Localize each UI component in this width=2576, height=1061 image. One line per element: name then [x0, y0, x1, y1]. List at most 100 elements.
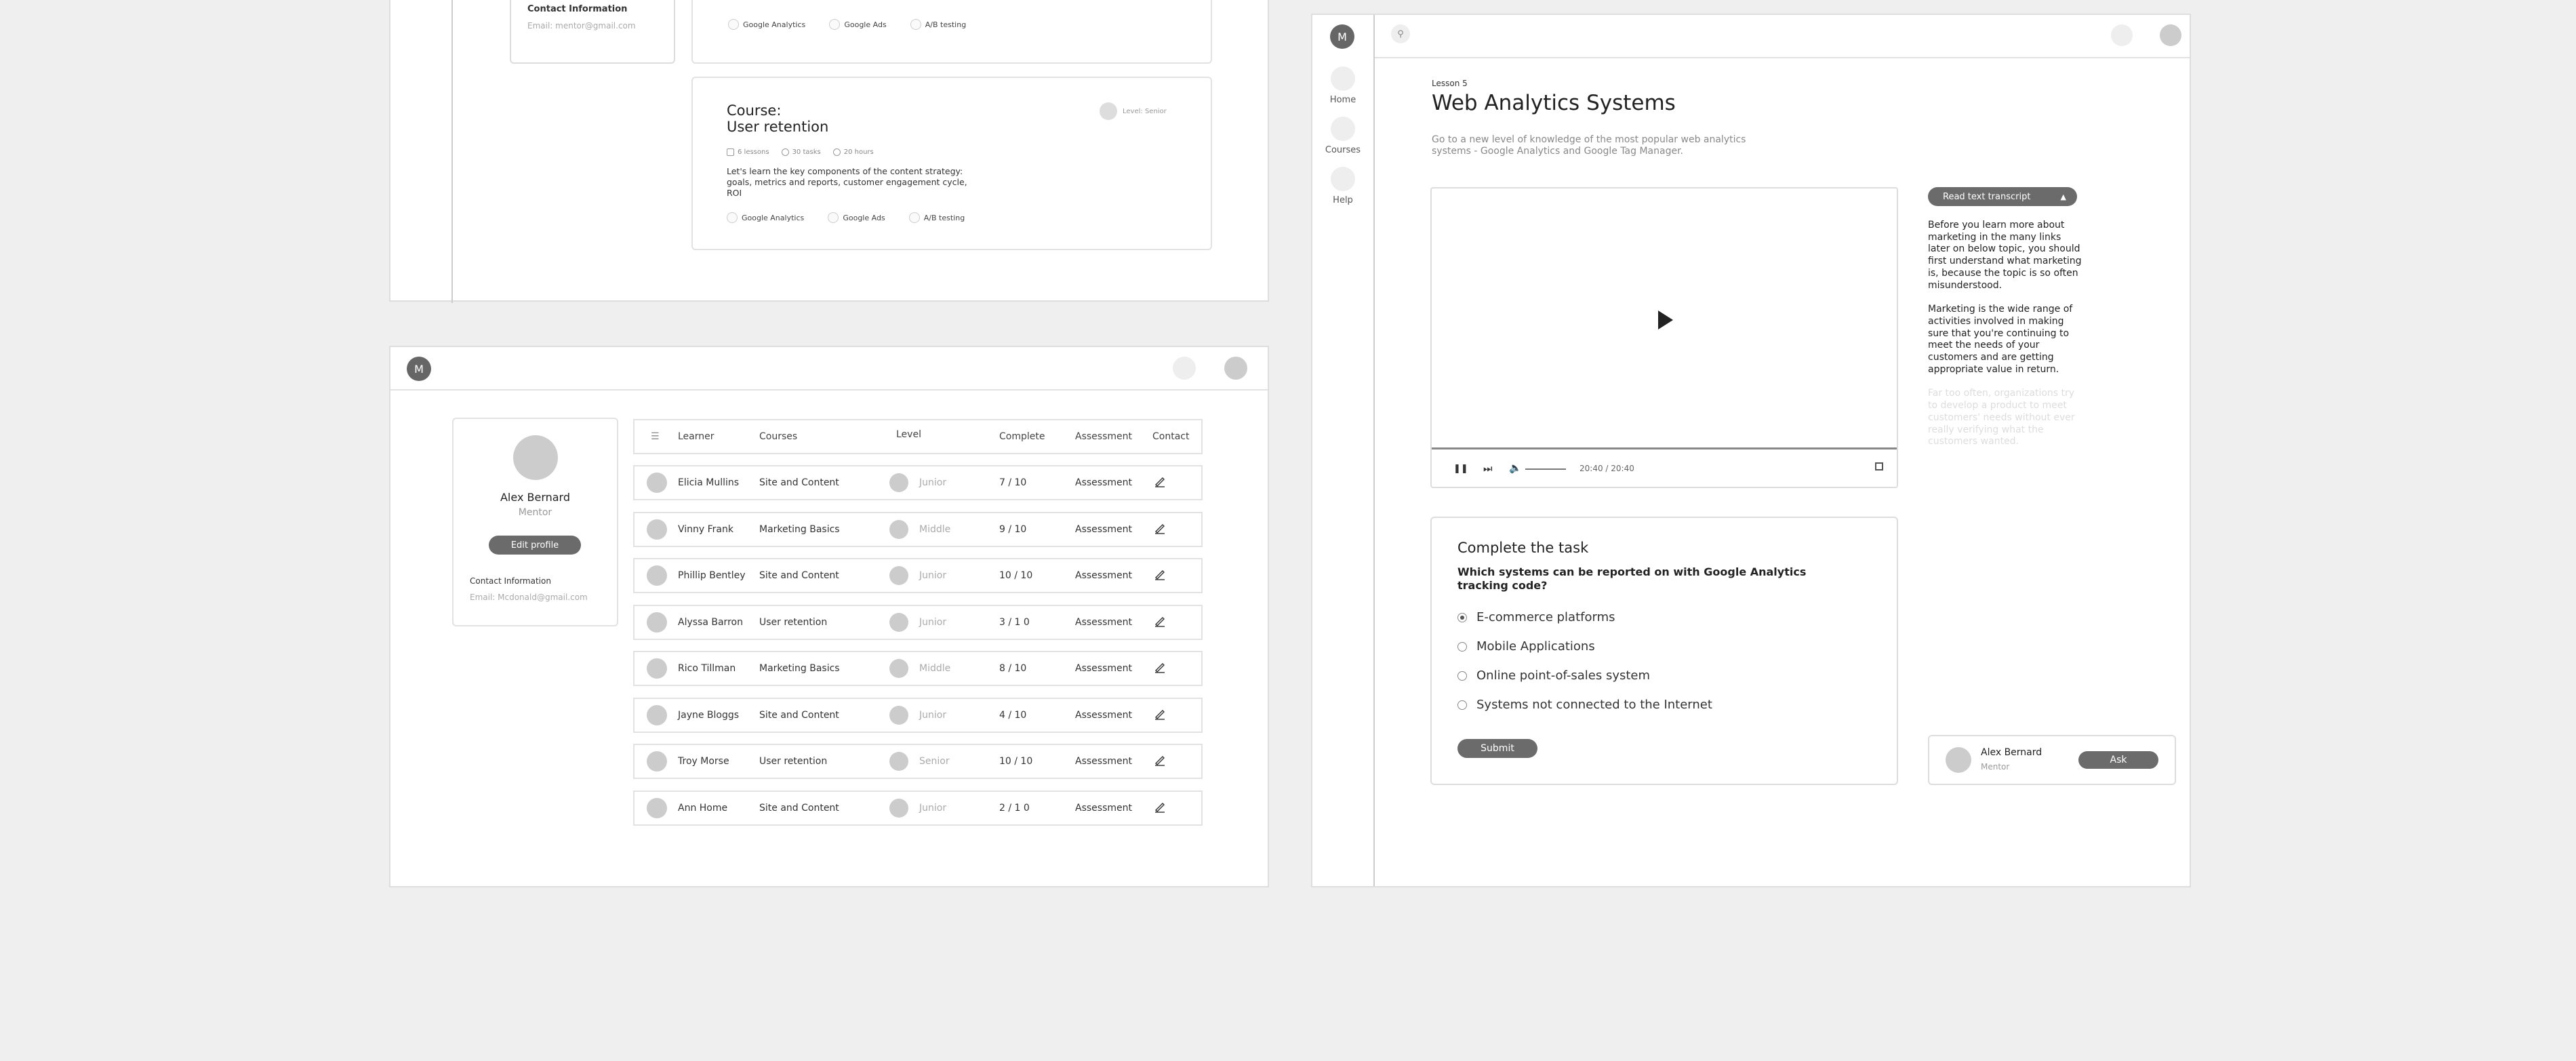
- edit-contact-icon[interactable]: [1154, 754, 1166, 769]
- mentor-name: Alex Bernard: [1981, 747, 2042, 758]
- course-name: Marketing Basics: [759, 523, 840, 535]
- complete-value: 10 / 10: [999, 570, 1033, 581]
- learner-name: Rico Tillman: [678, 663, 736, 674]
- nav-help[interactable]: Help: [1312, 167, 1373, 205]
- level-label: Junior: [919, 477, 947, 488]
- tag-google-analytics[interactable]: Google Analytics: [727, 212, 804, 223]
- task-title: Complete the task: [1457, 540, 1589, 556]
- submit-button[interactable]: Submit: [1457, 739, 1537, 758]
- assessment-link[interactable]: Assessment: [1075, 477, 1132, 488]
- edit-contact-icon[interactable]: [1154, 615, 1166, 630]
- clock-icon: [832, 148, 841, 156]
- tag-google-ads[interactable]: Google Ads: [828, 212, 885, 223]
- edit-contact-icon[interactable]: [1154, 475, 1166, 490]
- pause-icon[interactable]: ❚❚: [1453, 464, 1468, 474]
- volume-icon[interactable]: 🔈: [1509, 462, 1522, 474]
- col-complete[interactable]: Complete: [999, 431, 1045, 442]
- edit-contact-icon[interactable]: [1154, 568, 1166, 583]
- radio-icon: [1457, 670, 1467, 681]
- edit-profile-button[interactable]: Edit profile: [489, 536, 581, 555]
- course-name: Site and Content: [759, 802, 839, 814]
- edit-contact-icon[interactable]: [1154, 801, 1166, 816]
- assessment-link[interactable]: Assessment: [1075, 756, 1132, 767]
- option-mobile[interactable]: Mobile Applications: [1457, 639, 1712, 654]
- option-offline[interactable]: Systems not connected to the Internet: [1457, 698, 1712, 712]
- user-avatar[interactable]: [2160, 24, 2181, 46]
- tag-google-analytics[interactable]: Google Analytics: [728, 19, 805, 30]
- filter-icon[interactable]: ☰: [651, 431, 660, 442]
- mentor-avatar: [1946, 747, 1971, 773]
- next-icon[interactable]: ⏭: [1483, 462, 1493, 475]
- col-assessment[interactable]: Assessment: [1075, 431, 1132, 442]
- assessment-link[interactable]: Assessment: [1075, 617, 1132, 628]
- col-contact[interactable]: Contact: [1152, 431, 1189, 442]
- logo[interactable]: M: [1330, 24, 1354, 49]
- course-card-top[interactable]: Google Analytics Google Ads A/B testing: [691, 0, 1212, 64]
- tag-ab-testing[interactable]: A/B testing: [910, 19, 966, 30]
- level-icon: [889, 612, 908, 632]
- nav-courses[interactable]: Courses: [1312, 117, 1373, 155]
- search-icon[interactable]: ⚲: [1391, 24, 1410, 43]
- edit-contact-icon[interactable]: [1154, 522, 1166, 537]
- edit-contact-icon[interactable]: [1154, 708, 1166, 723]
- tag-ab-testing[interactable]: A/B testing: [908, 212, 965, 223]
- course-description: Let's learn the key components of the co…: [727, 166, 967, 198]
- learner-name: Troy Morse: [678, 756, 729, 767]
- assessment-link[interactable]: Assessment: [1075, 524, 1132, 535]
- task-options: E-commerce platforms Mobile Applications…: [1457, 610, 1712, 727]
- transcript-p2: Marketing is the wide range of activitie…: [1928, 304, 2073, 375]
- tag-icon: [829, 19, 841, 30]
- table-row[interactable]: Alyssa Barron User retention Junior 3 / 1 0…: [633, 604, 1203, 640]
- ask-button[interactable]: Ask: [2078, 751, 2158, 769]
- video-player[interactable]: ❚❚ ⏭ 🔈 20:40 / 20:40: [1430, 187, 1898, 488]
- course-name: User retention: [759, 616, 828, 628]
- transcript-p1: Before you learn more about marketing in…: [1928, 220, 2082, 291]
- assessment-link[interactable]: Assessment: [1075, 710, 1132, 721]
- learner-avatar: [647, 565, 667, 586]
- play-icon[interactable]: [1658, 311, 1673, 329]
- transcript-p3: Far too often, organizations try to deve…: [1928, 388, 2075, 447]
- avatar: [513, 435, 558, 480]
- assessment-link[interactable]: Assessment: [1075, 570, 1132, 581]
- table-row[interactable]: Ann Home Site and Content Junior 2 / 1 0 Ass…: [633, 790, 1203, 826]
- assessment-link[interactable]: Assessment: [1075, 663, 1132, 674]
- col-courses[interactable]: Courses: [759, 431, 797, 442]
- tag-google-ads[interactable]: Google Ads: [829, 19, 887, 30]
- contact-title: Contact Information: [470, 576, 551, 586]
- notification-icon[interactable]: [1173, 357, 1196, 380]
- table-row[interactable]: Phillip Bentley Site and Content Junior 10 …: [633, 558, 1203, 593]
- home-icon: [1331, 66, 1355, 91]
- edit-contact-icon[interactable]: [1154, 661, 1166, 676]
- complete-value: 2 / 1 0: [999, 802, 1030, 814]
- notification-icon[interactable]: [2111, 24, 2133, 46]
- option-ecommerce[interactable]: E-commerce platforms: [1457, 610, 1712, 624]
- level-icon: [889, 798, 908, 818]
- learner-avatar: [647, 751, 667, 772]
- top-bar: M: [390, 347, 1268, 391]
- read-transcript-button[interactable]: Read text transcript ▲: [1928, 187, 2077, 206]
- col-learner[interactable]: Learner: [678, 431, 715, 442]
- fullscreen-icon[interactable]: [1875, 462, 1883, 471]
- assessment-link[interactable]: Assessment: [1075, 803, 1132, 814]
- complete-value: 8 / 10: [999, 663, 1027, 674]
- logo[interactable]: M: [407, 357, 431, 381]
- table-row[interactable]: Jayne Bloggs Site and Content Junior 4 / 10…: [633, 697, 1203, 733]
- tag-icon: [910, 19, 921, 30]
- col-level[interactable]: Level: [896, 429, 921, 440]
- table-row[interactable]: Rico Tillman Marketing Basics Middle 8 / 10…: [633, 651, 1203, 686]
- level-icon: [889, 705, 908, 725]
- course-name: Site and Content: [759, 709, 839, 721]
- volume-slider[interactable]: [1525, 468, 1566, 470]
- video-progress-bar[interactable]: [1432, 447, 1897, 449]
- user-avatar[interactable]: [1224, 357, 1247, 380]
- nav-home[interactable]: Home: [1312, 66, 1373, 105]
- table-row[interactable]: Troy Morse User retention Senior 10 / 10 Ass…: [633, 744, 1203, 779]
- task-card: Complete the task Which systems can be r…: [1430, 517, 1898, 785]
- course-card-user-retention[interactable]: Course: User retention Level: Senior 6 l…: [691, 77, 1212, 250]
- radio-selected-icon: [1457, 612, 1467, 622]
- course-name: Site and Content: [759, 570, 839, 581]
- option-pos[interactable]: Online point-of-sales system: [1457, 668, 1712, 683]
- table-row[interactable]: Elicia Mullins Site and Content Junior 7 / …: [633, 465, 1203, 500]
- learner-avatar: [647, 658, 667, 679]
- table-row[interactable]: Vinny Frank Marketing Basics Middle 9 / 10 A…: [633, 511, 1203, 547]
